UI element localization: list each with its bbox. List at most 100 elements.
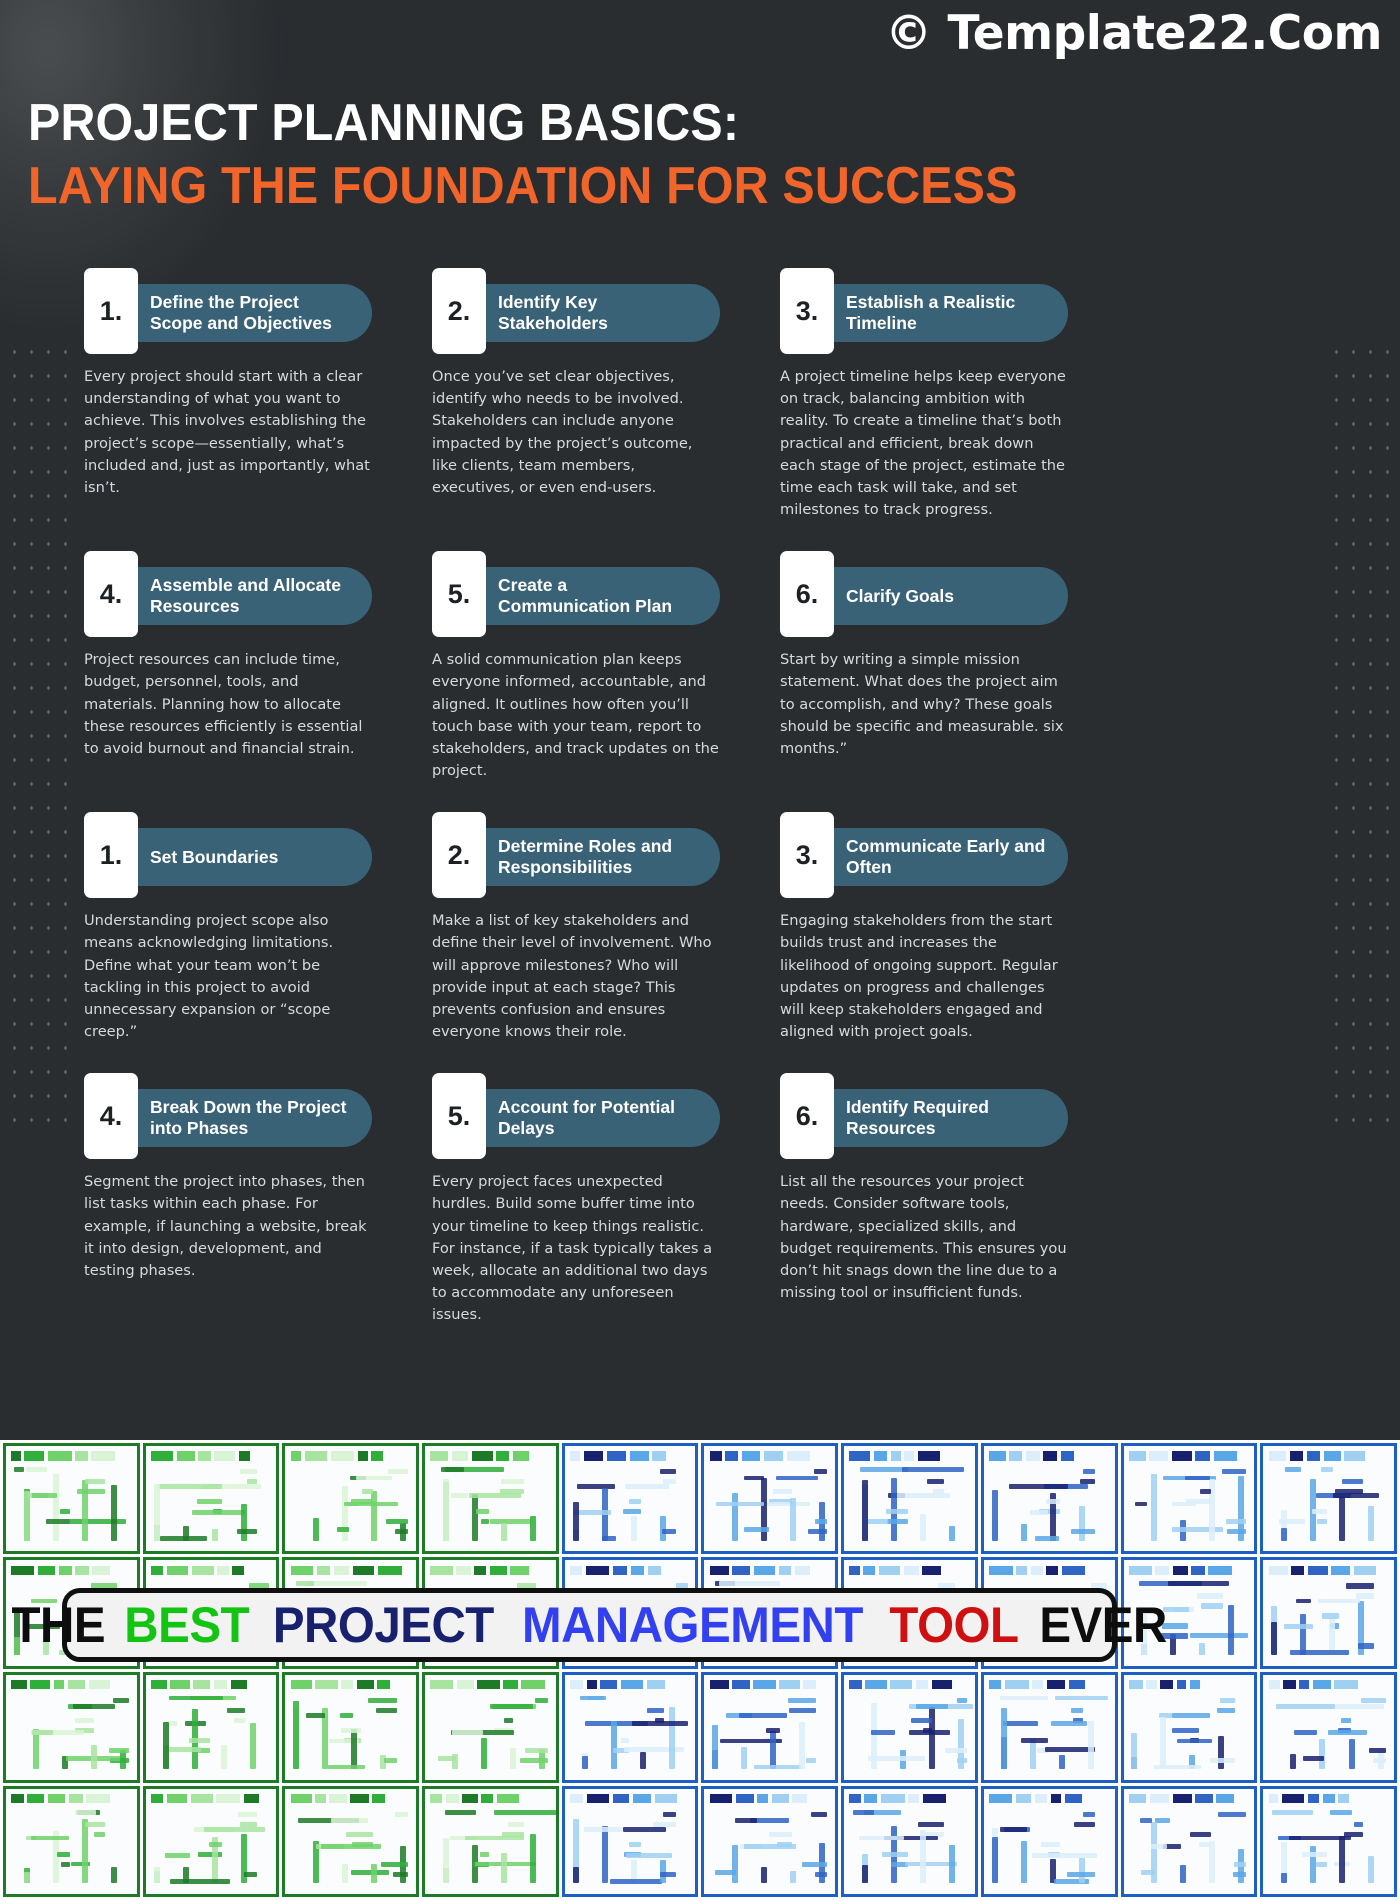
dashboard-thumbnail: [282, 1785, 420, 1897]
step-number-chip: 4.: [84, 1073, 138, 1160]
thumbnail-bar: [1059, 1754, 1066, 1770]
thumbnail-bar: [659, 1871, 676, 1878]
thumbnail-bar: [1218, 1735, 1225, 1770]
thumbnail-bar: [754, 1764, 801, 1770]
thumbnail-bar: [886, 1519, 909, 1525]
thumbnail-bar: [580, 1695, 606, 1701]
step-card-body: Make a list of key stakeholders and defi…: [432, 912, 712, 1041]
dashboard-thumbnail: [3, 1671, 140, 1783]
step-card-body: Every project faces unexpected hurdles. …: [432, 1173, 713, 1324]
thumbnail-bar: [243, 1871, 257, 1878]
step-card: 6. Identify Required Resources List all th…: [780, 1073, 1068, 1326]
thumbnail-bar: [859, 1835, 904, 1841]
thumbnail-header: [570, 1794, 690, 1804]
thumbnail-bar: [1139, 1818, 1152, 1824]
step-card-header: 3. Communicate Early and Often: [780, 812, 1068, 899]
thumbnail-bar: [1234, 1861, 1247, 1868]
thumbnail-bar: [168, 1695, 224, 1701]
thumbnail-header: [709, 1451, 830, 1461]
step-card: 3. Establish a Realistic Timeline A projec…: [780, 268, 1068, 521]
thumbnail-bar: [1199, 1489, 1212, 1495]
step-card-title: Establish a Realistic Timeline: [846, 291, 1016, 333]
thumbnail-bar: [765, 1727, 781, 1733]
thumbnail-bar: [441, 1467, 464, 1472]
thumbnail-bar: [623, 1827, 667, 1832]
thumbnail-bar: [584, 1827, 622, 1832]
thumbnail-bar: [110, 1866, 117, 1884]
thumbnail-bar: [1311, 1509, 1328, 1515]
promo-strip: THE BEST PROJECT MANAGEMENT TOOL EVER: [0, 1440, 1400, 1900]
step-card-header: 1. Define the Project Scope and Objective…: [84, 268, 372, 354]
step-card-body: A project timeline helps keep everyone o…: [780, 368, 1066, 519]
thumbnail-bar: [383, 1757, 397, 1763]
dashboard-thumbnail: [701, 1671, 839, 1783]
thumbnail-bar: [601, 1825, 608, 1884]
dashboard-thumbnail: [282, 1671, 420, 1783]
thumbnail-bar: [572, 1501, 579, 1541]
thumbnail-bar: [1302, 1755, 1325, 1761]
thumbnail-bar: [731, 1492, 738, 1541]
banner-word-best: BEST: [124, 1597, 250, 1653]
thumbnail-bar: [768, 1831, 793, 1838]
thumbnail-bar: [1179, 1864, 1186, 1884]
thumbnail-bar: [901, 1467, 965, 1472]
thumbnail-bar: [1300, 1613, 1307, 1655]
thumbnail-bar: [789, 1707, 816, 1713]
thumbnail-header: [11, 1679, 131, 1690]
thumbnail-bar: [450, 1492, 469, 1498]
thumbnail-bar: [1358, 1643, 1375, 1649]
step-card-header: 4. Break Down the Project into Phases: [84, 1073, 372, 1160]
step-card: 5. Create a Communication Plan A solid com…: [432, 551, 720, 782]
step-card-body: A solid communication plan keeps everyon…: [432, 651, 719, 780]
thumbnail-bar: [811, 1811, 828, 1818]
thumbnail-header: [1268, 1794, 1389, 1804]
step-card-header: 1. Set Boundaries: [84, 812, 372, 899]
thumbnail-bar: [1283, 1624, 1314, 1630]
step-number-chip: 3.: [780, 268, 834, 354]
thumbnail-bar: [306, 1712, 326, 1718]
thumbnail-bar: [622, 1509, 641, 1515]
thumbnail-bar: [525, 1747, 548, 1753]
thumbnail-header: [11, 1565, 131, 1575]
thumbnail-bar: [1021, 1737, 1048, 1743]
dashboard-thumbnail: [841, 1671, 978, 1783]
thumbnail-bar: [31, 1492, 57, 1498]
thumbnail-bar: [370, 1490, 377, 1541]
thumbnail-header: [290, 1451, 411, 1461]
thumbnail-bar: [870, 1730, 895, 1735]
thumbnail-bar: [500, 1522, 507, 1541]
dashboard-thumbnail-grid: [0, 1440, 1400, 1900]
thumbnail-bar: [1083, 1469, 1095, 1475]
thumbnail-bar: [437, 1755, 456, 1761]
thumbnail-bar: [188, 1737, 210, 1743]
thumbnail-bar: [1190, 1831, 1212, 1838]
thumbnail-bar: [74, 1717, 94, 1723]
thumbnail-header: [989, 1451, 1109, 1461]
dashboard-thumbnail: [142, 1443, 280, 1555]
thumbnail-bar: [1070, 1707, 1084, 1713]
step-card: 2. Identify Key Stakeholders Once you’ve s…: [432, 268, 720, 521]
thumbnail-bar: [582, 1756, 589, 1770]
thumbnail-bar: [815, 1519, 828, 1525]
thumbnail-bar: [1237, 1476, 1244, 1541]
thumbnail-bar: [762, 1501, 810, 1507]
step-number-chip: 1.: [84, 812, 138, 899]
thumbnail-bar: [787, 1697, 816, 1703]
thumbnail-bar: [1328, 1730, 1367, 1735]
banner-word-management: MANAGEMENT: [522, 1597, 864, 1653]
dashboard-thumbnail: [561, 1443, 699, 1555]
thumbnail-bar: [805, 1757, 816, 1763]
thumbnail-bar: [1172, 1527, 1223, 1533]
step-number-chip: 4.: [84, 551, 138, 638]
dashboard-thumbnail: [1260, 1557, 1397, 1669]
thumbnail-bar: [1141, 1870, 1156, 1875]
thumbnail-bar: [1338, 1496, 1345, 1541]
thumbnail-bar: [250, 1723, 257, 1770]
thumbnail-bar: [1220, 1697, 1235, 1703]
thumbnail-header: [570, 1451, 690, 1461]
thumbnail-header: [290, 1679, 411, 1690]
thumbnail-bar: [510, 1747, 517, 1770]
thumbnail-bar: [74, 1809, 96, 1815]
thumbnail-bar: [1074, 1821, 1095, 1828]
thumbnail-bar: [1185, 1475, 1210, 1481]
